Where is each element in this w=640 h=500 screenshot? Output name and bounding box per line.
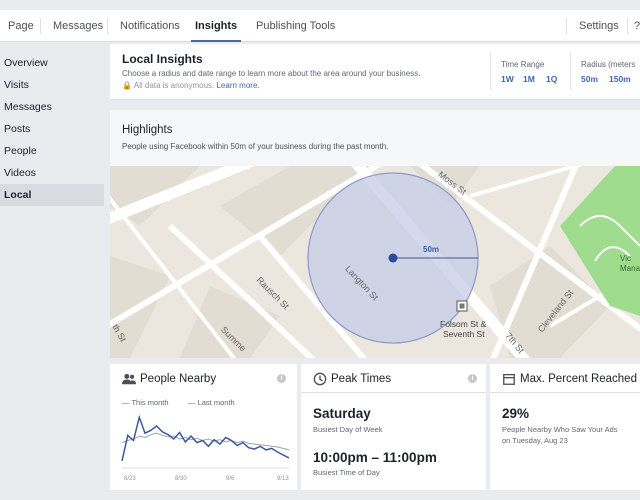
time-range-label: Time Range <box>501 60 545 69</box>
busiest-time-caption: Busiest Time of Day <box>313 468 380 477</box>
anonymous-text: All data is anonymous. <box>133 81 215 90</box>
legend-this-month: — This month <box>122 398 169 407</box>
tab-page[interactable]: Page <box>8 10 34 42</box>
highlights-description: People using Facebook within 50m of your… <box>122 142 389 151</box>
sidebar-item-overview[interactable]: Overview <box>0 52 104 74</box>
radius-label: 50m <box>423 245 440 254</box>
info-icon[interactable]: i <box>277 374 286 383</box>
business-address: Folsom St & Seventh St <box>440 319 487 339</box>
card-title: Peak Times <box>331 373 392 385</box>
tab-notifications[interactable]: Notifications <box>120 10 180 42</box>
people-nearby-chart: 8/23 8/30 9/6 9/13 <box>121 414 290 482</box>
sidebar-item-videos[interactable]: Videos <box>0 162 104 184</box>
people-nearby-card: People Nearby i — This month — Last mont… <box>110 364 297 490</box>
tab-settings[interactable]: Settings <box>579 10 619 42</box>
page-title: Local Insights <box>122 52 203 66</box>
sidebar-item-visits[interactable]: Visits <box>0 74 104 96</box>
sidebar-item-messages[interactable]: Messages <box>0 96 104 118</box>
busiest-day-caption: Busiest Day of Week <box>313 425 383 434</box>
sidebar: Overview Visits Messages Posts People Vi… <box>0 52 104 206</box>
local-insights-header: Local Insights Choose a radius and date … <box>110 44 640 100</box>
info-icon[interactable]: i <box>468 374 477 383</box>
card-title: Max. Percent Reached <box>520 373 637 385</box>
tab-separator <box>107 18 108 34</box>
x-tick-label: 8/30 <box>175 476 187 482</box>
time-range-1q[interactable]: 1Q <box>546 74 557 84</box>
peak-times-card: Peak Times i Saturday Busiest Day of Wee… <box>301 364 486 490</box>
radius-150m[interactable]: 150m <box>609 74 631 84</box>
card-divider <box>301 392 486 393</box>
sidebar-item-local[interactable]: Local <box>0 184 104 206</box>
time-range-1w[interactable]: 1W <box>501 74 514 84</box>
sidebar-item-posts[interactable]: Posts <box>0 118 104 140</box>
anonymous-note: 🔒 All data is anonymous. Learn more. <box>122 81 260 90</box>
busiest-time-value: 10:00pm – 11:00pm <box>313 450 437 465</box>
time-range-1m[interactable]: 1M <box>523 74 535 84</box>
help-icon[interactable]: ? <box>634 10 640 42</box>
lock-icon: 🔒 <box>122 81 132 90</box>
tab-publishing-tools[interactable]: Publishing Tools <box>256 10 335 42</box>
divider <box>570 52 571 90</box>
max-percent-date: on Tuesday, Aug 23 <box>502 436 568 445</box>
highlights-panel: Highlights People using Facebook within … <box>110 110 640 166</box>
people-icon <box>122 373 136 385</box>
x-tick-label: 9/6 <box>226 476 235 482</box>
busiest-day-value: Saturday <box>313 406 371 421</box>
tab-insights[interactable]: Insights <box>190 10 242 42</box>
park-label: Vic Manalii <box>620 254 640 273</box>
x-tick-label: 8/23 <box>124 476 136 482</box>
learn-more-link[interactable]: Learn more. <box>216 81 259 90</box>
tab-separator <box>566 18 567 34</box>
max-percent-caption: People Nearby Who Saw Your Ads <box>502 425 618 434</box>
clock-icon <box>313 372 327 386</box>
series-line-this-month <box>121 414 290 461</box>
header-description: Choose a radius and date range to learn … <box>122 69 421 78</box>
radius-50m[interactable]: 50m <box>581 74 598 84</box>
max-percent-card: Max. Percent Reached 29% People Nearby W… <box>490 364 640 490</box>
top-nav: Page Messages Notifications Insights Pub… <box>0 10 640 42</box>
sidebar-item-people[interactable]: People <box>0 140 104 162</box>
legend-last-month: — Last month <box>188 398 235 407</box>
calendar-icon <box>503 373 515 385</box>
business-location-dot <box>388 253 398 263</box>
tab-separator <box>40 18 41 34</box>
tab-separator <box>627 18 628 34</box>
x-tick-label: 9/13 <box>277 476 289 482</box>
max-percent-value: 29% <box>502 406 530 421</box>
series-line-last-month <box>121 432 290 451</box>
divider <box>490 52 491 90</box>
card-title: People Nearby <box>140 373 217 385</box>
card-divider <box>490 392 640 393</box>
tab-messages[interactable]: Messages <box>53 10 103 42</box>
highlights-title: Highlights <box>122 124 173 136</box>
map-canvas[interactable] <box>110 166 640 358</box>
radius-label: Radius (meters <box>581 60 636 69</box>
local-map[interactable]: 50m Moss St Langton St Rausch St Summe t… <box>110 166 640 358</box>
